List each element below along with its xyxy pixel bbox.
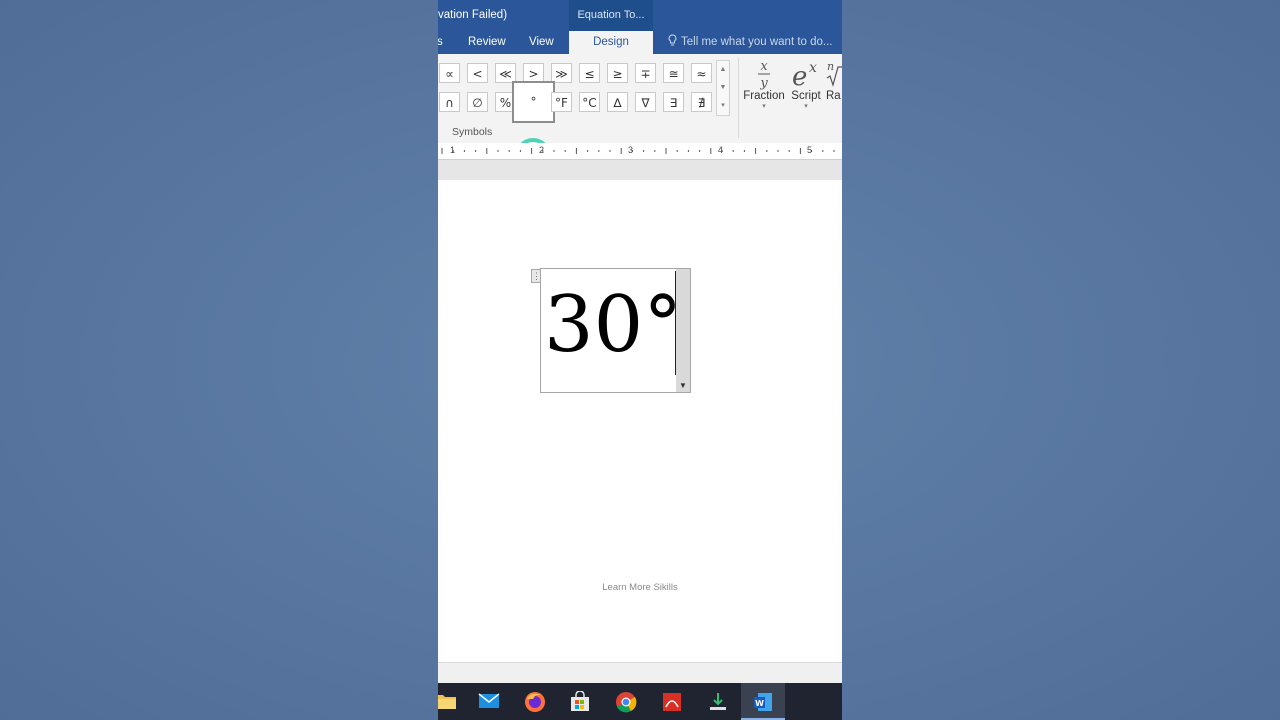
firefox-icon bbox=[525, 692, 545, 712]
chevron-down-icon: ▾ bbox=[804, 103, 808, 110]
equation-content[interactable]: 30° bbox=[544, 277, 682, 373]
tab-review[interactable]: Review bbox=[468, 31, 506, 54]
equation-options-bar[interactable]: ▼ bbox=[676, 269, 690, 392]
taskbar-installer[interactable] bbox=[696, 683, 740, 720]
taskbar-chrome[interactable] bbox=[604, 683, 648, 720]
taskbar-file-explorer[interactable] bbox=[438, 683, 468, 720]
gallery-down-icon[interactable]: ▼ bbox=[717, 79, 729, 97]
taskbar-mail[interactable] bbox=[467, 683, 511, 720]
taskbar-pdf-app[interactable] bbox=[650, 683, 694, 720]
tab-partial[interactable]: s bbox=[438, 31, 443, 54]
fraction-button[interactable]: x y Fraction ▾ bbox=[742, 54, 786, 126]
symbol-button[interactable]: ∝ bbox=[439, 63, 460, 83]
taskbar: W bbox=[438, 683, 842, 720]
svg-text:x: x bbox=[760, 59, 768, 74]
fraction-icon: x y bbox=[758, 59, 770, 90]
equation-handle-icon[interactable]: ⋮ bbox=[531, 269, 541, 283]
chevron-down-icon[interactable]: ▼ bbox=[676, 381, 690, 390]
gallery-up-icon[interactable]: ▲ bbox=[717, 61, 729, 79]
script-button[interactable]: e x Script ▾ bbox=[788, 54, 824, 126]
ruler-number: 1 bbox=[450, 145, 456, 155]
symbol-button[interactable]: ∆ bbox=[607, 92, 628, 112]
tell-me-text: Tell me what you want to do... bbox=[681, 36, 833, 48]
gallery-more-icon[interactable]: ▾ bbox=[717, 97, 729, 115]
ruler-number: 2 bbox=[539, 145, 545, 155]
taskbar-store[interactable] bbox=[558, 683, 602, 720]
watermark-text: Learn More Sikills bbox=[602, 582, 678, 593]
status-area bbox=[438, 662, 842, 684]
symbol-button[interactable]: ≫ bbox=[551, 63, 572, 83]
ruler-number: 5 bbox=[807, 145, 813, 155]
symbol-button[interactable]: > bbox=[523, 63, 544, 83]
symbol-button[interactable]: ≅ bbox=[663, 63, 684, 83]
pdf-app-icon bbox=[663, 693, 681, 711]
svg-text:n: n bbox=[827, 60, 834, 73]
equation-box[interactable]: ⋮ 30° ▼ bbox=[531, 268, 691, 393]
radical-icon: n bbox=[826, 60, 842, 88]
installer-icon bbox=[710, 693, 726, 710]
tab-view[interactable]: View bbox=[529, 31, 554, 54]
symbol-button[interactable]: ≤ bbox=[579, 63, 600, 83]
symbol-button[interactable]: < bbox=[467, 63, 488, 83]
symbol-button[interactable]: °C bbox=[579, 92, 600, 112]
symbol-degree-selected[interactable]: ° bbox=[512, 81, 555, 123]
store-icon bbox=[571, 691, 589, 711]
mail-icon bbox=[478, 693, 500, 708]
ruler-ticks bbox=[441, 148, 835, 154]
radical-button[interactable]: n Ra bbox=[826, 54, 842, 126]
svg-text:y: y bbox=[759, 76, 768, 90]
symbol-button[interactable]: ≪ bbox=[495, 63, 516, 83]
svg-text:x: x bbox=[809, 60, 817, 76]
symbol-button[interactable]: ≈ bbox=[691, 63, 712, 83]
symbol-button[interactable]: ∩ bbox=[439, 92, 460, 112]
ruler-number: 4 bbox=[718, 145, 724, 155]
symbol-button[interactable]: ∓ bbox=[635, 63, 656, 83]
word-window: vation Failed) Equation To... s Review V… bbox=[438, 0, 842, 720]
chrome-icon bbox=[616, 692, 637, 713]
window-title: vation Failed) bbox=[438, 9, 508, 21]
group-separator bbox=[738, 58, 739, 138]
symbol-button[interactable]: °F bbox=[551, 92, 572, 112]
document-margin-area bbox=[438, 160, 842, 180]
symbols-group-label: Symbols bbox=[452, 126, 493, 138]
tell-me-box[interactable]: Tell me what you want to do... bbox=[668, 31, 833, 54]
symbol-button[interactable]: ∅ bbox=[467, 92, 488, 112]
tab-design[interactable]: Design bbox=[569, 31, 653, 54]
ribbon-tab-row: s Review View Design Tell me what you wa… bbox=[438, 31, 842, 54]
ribbon-design: ∝ < ≪ > ≫ ≤ ≥ ∓ ≅ ≈ ∩ ∅% ° °F °C ∆ ∇ ∃ ∄ ▲ ▼ ▾ Symbols x y… bbox=[438, 54, 842, 174]
symbol-button[interactable]: ∇ bbox=[635, 92, 656, 112]
equation-tools-context-label: Equation To... bbox=[569, 0, 653, 31]
document-page[interactable]: ⋮ 30° ▼ Learn More Sikills bbox=[438, 180, 842, 662]
symbol-button[interactable]: ∄ bbox=[691, 92, 712, 112]
gallery-scroll[interactable]: ▲ ▼ ▾ bbox=[716, 60, 730, 116]
radical-label: Ra bbox=[826, 90, 841, 102]
chevron-down-icon: ▾ bbox=[762, 103, 766, 110]
svg-text:W: W bbox=[755, 699, 764, 708]
symbol-button[interactable]: ∃ bbox=[663, 92, 684, 112]
symbol-button[interactable]: ≥ bbox=[607, 63, 628, 83]
lightbulb-icon bbox=[668, 34, 677, 46]
taskbar-word[interactable]: W bbox=[741, 683, 785, 720]
horizontal-ruler[interactable]: 1 2 3 4 5 bbox=[438, 143, 842, 160]
taskbar-firefox[interactable] bbox=[513, 683, 557, 720]
svg-text:e: e bbox=[792, 62, 807, 90]
script-label: Script bbox=[791, 90, 821, 102]
script-icon: e x bbox=[792, 60, 817, 90]
fraction-label: Fraction bbox=[743, 90, 785, 102]
ruler-number: 3 bbox=[628, 145, 634, 155]
folder-icon bbox=[438, 695, 456, 709]
word-icon: W bbox=[754, 693, 772, 711]
title-bar: vation Failed) Equation To... bbox=[438, 0, 842, 31]
